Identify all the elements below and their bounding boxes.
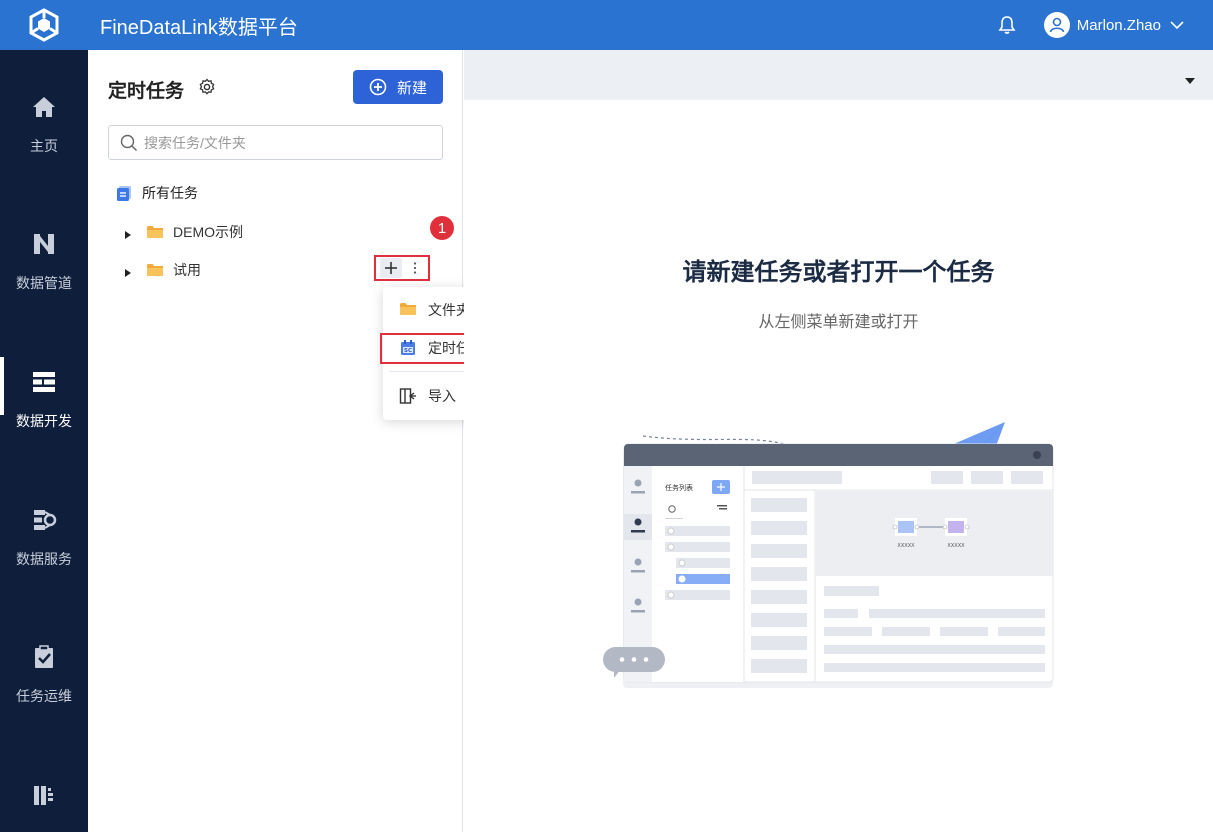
new-button-label: 新建: [396, 79, 427, 97]
avatar[interactable]: [1043, 12, 1070, 38]
plus-circle-icon: [369, 78, 387, 96]
nav-item-pipeline[interactable]: 数据管道: [0, 187, 88, 297]
folder-icon: [146, 224, 164, 240]
tree-node-demo[interactable]: DEMO示例: [124, 222, 243, 242]
folder-icon: [399, 301, 417, 319]
tree-node-label: 试用: [173, 262, 201, 278]
tree-node-label: DEMO示例: [173, 224, 243, 240]
username[interactable]: Marlon.Zhao: [1077, 17, 1161, 34]
folder-icon: [146, 262, 164, 278]
left-nav: 主页 数据管道 数据开发 数据服务 任务运维: [0, 50, 88, 832]
menu-item-label: 导入: [428, 388, 456, 404]
panel-title: 定时任务: [108, 81, 185, 102]
nav-label: 数据开发: [16, 413, 72, 429]
library-icon: [29, 780, 59, 810]
dev-icon: [29, 367, 59, 397]
search-icon: [120, 134, 138, 152]
tree-node-trial[interactable]: 试用: [124, 260, 201, 280]
home-icon: [29, 92, 59, 122]
cube-logo-icon[interactable]: [0, 0, 88, 50]
tree-root-label: 所有任务: [142, 185, 198, 201]
search-box[interactable]: [108, 125, 443, 160]
caret-down-icon[interactable]: [1185, 72, 1195, 84]
nav-item-service[interactable]: 数据服务: [0, 463, 88, 573]
import-icon: [399, 387, 417, 405]
chevron-down-icon[interactable]: [1169, 17, 1185, 33]
all-tasks-icon: [116, 185, 132, 201]
app-title: FineDataLink数据平台: [100, 16, 298, 39]
nav-item-home[interactable]: 主页: [0, 50, 88, 160]
gear-icon[interactable]: [198, 78, 216, 96]
add-child-button[interactable]: [380, 258, 402, 278]
pipeline-icon: [29, 229, 59, 259]
nav-item-library[interactable]: [0, 738, 88, 832]
nav-item-ops[interactable]: 任务运维: [0, 600, 88, 710]
new-button[interactable]: 新建: [353, 70, 443, 104]
nav-label: 数据服务: [16, 551, 72, 567]
search-input[interactable]: [144, 134, 424, 151]
step-badge-1: 1: [430, 216, 454, 240]
nav-label: 数据管道: [16, 275, 72, 291]
bell-icon[interactable]: [996, 14, 1018, 36]
task-panel: 定时任务 新建 搜索任务/文件夹 所有任务 DEMO示例 试用 1 文件夹 SC…: [88, 50, 554, 832]
illustration-node-label: XXXXX: [947, 543, 965, 549]
top-bar: FineDataLink数据平台 Marlon.Zhao: [0, 0, 1213, 50]
nav-label: 任务运维: [16, 688, 72, 704]
empty-state-illustration: 任务列表 XXXXX XXXXX: [603, 422, 1054, 688]
nav-label: 主页: [30, 138, 58, 154]
empty-state-subtitle: 从左侧菜单新建或打开: [758, 314, 919, 331]
main-area: 请新建任务或者打开一个任务 从左侧菜单新建或打开 任务列表 XXXXX XXXX…: [464, 50, 1213, 832]
tree-root[interactable]: 所有任务: [116, 183, 198, 203]
empty-state-title: 请新建任务或者打开一个任务: [682, 259, 995, 286]
caret-right-icon[interactable]: [124, 265, 132, 277]
service-icon: [29, 505, 59, 535]
node-actions-highlight: [374, 255, 430, 281]
tab-bar: [464, 50, 1213, 100]
more-vertical-icon[interactable]: [412, 261, 418, 275]
caret-right-icon[interactable]: [124, 227, 132, 239]
illustration-node-label: XXXXX: [897, 543, 915, 549]
illustration-list-title: 任务列表: [665, 483, 693, 492]
nav-item-dev[interactable]: 数据开发: [0, 325, 88, 435]
ops-icon: [29, 642, 59, 672]
